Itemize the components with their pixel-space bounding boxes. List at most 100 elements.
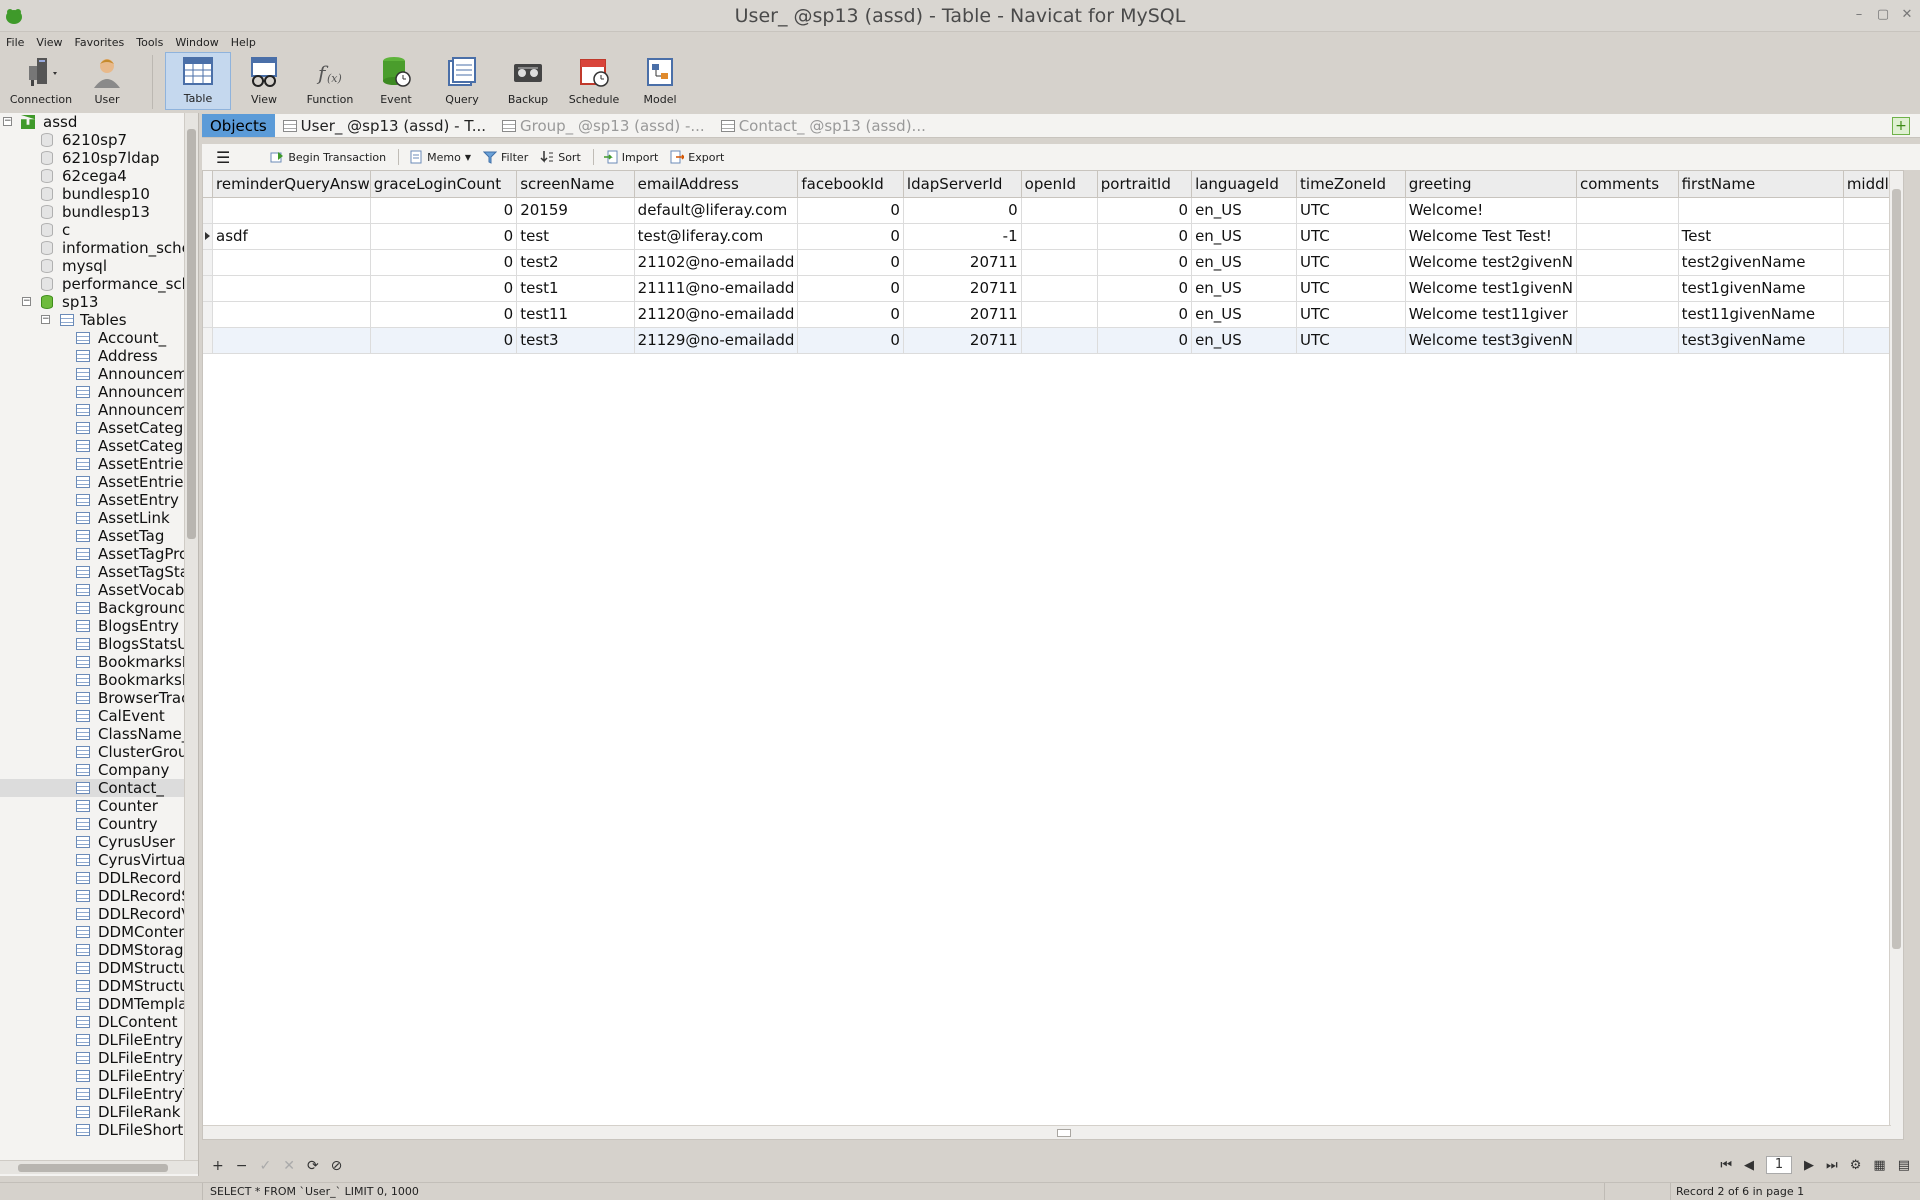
tree-db[interactable]: 6210sp7ldap <box>0 149 184 167</box>
tree-table-item[interactable]: Announcem <box>0 383 188 401</box>
table-cell[interactable]: en_US <box>1191 197 1298 224</box>
collapse-icon[interactable]: − <box>41 315 50 324</box>
tab-group-table[interactable]: Group_ @sp13 (assd) -... <box>494 114 713 137</box>
table-cell[interactable]: test <box>516 223 635 250</box>
tree-table-item[interactable]: BlogsStatsUs <box>0 635 196 653</box>
query-button[interactable]: Query <box>429 52 495 110</box>
tree-table-item[interactable]: AssetTagSta <box>0 563 189 581</box>
tab-objects[interactable]: Objects <box>202 114 275 137</box>
table-cell[interactable]: 0 <box>797 223 904 250</box>
table-cell[interactable]: en_US <box>1191 327 1298 354</box>
table-cell[interactable] <box>1576 327 1679 354</box>
tree-table-item[interactable]: AssetVocabu <box>0 581 194 599</box>
table-row[interactable]: 0 test3 21129@no-emailadd 0 20711 0 en_US UTC We… <box>203 327 1903 354</box>
stop-icon[interactable]: ⊘ <box>331 1158 343 1174</box>
tree-table-item[interactable]: DDMStructu <box>0 977 189 995</box>
table-cell[interactable]: Welcome test2givenN <box>1405 249 1577 276</box>
tree-table-item[interactable]: Announcem <box>0 365 188 383</box>
sort-button[interactable]: Sort <box>540 150 581 164</box>
tree-db[interactable]: bundlesp10 <box>0 185 184 203</box>
column-header[interactable]: greeting <box>1405 171 1577 198</box>
tree-table-item[interactable]: BookmarksF <box>0 671 190 689</box>
menu-tools[interactable]: Tools <box>136 36 163 49</box>
table-cell[interactable]: test1givenName <box>1678 275 1844 302</box>
form-view-icon[interactable]: ▤ <box>1898 1158 1910 1173</box>
tree-db[interactable]: information_sche <box>0 239 191 257</box>
tree-db[interactable]: bundlesp13 <box>0 203 184 221</box>
tree-db[interactable]: 6210sp7 <box>0 131 184 149</box>
column-header[interactable]: timeZoneId <box>1296 171 1406 198</box>
tree-table-item[interactable]: Contact_ <box>0 779 184 797</box>
page-number-input[interactable]: 1 <box>1766 1156 1793 1174</box>
first-page-icon[interactable]: ⏮ <box>1720 1158 1732 1173</box>
table-cell[interactable]: test3 <box>516 327 635 354</box>
previous-page-icon[interactable]: ◀ <box>1744 1158 1754 1173</box>
table-cell[interactable] <box>1576 301 1679 328</box>
column-header[interactable]: screenName <box>516 171 635 198</box>
close-icon[interactable]: ✕ <box>1900 8 1914 22</box>
row-indicator[interactable] <box>203 301 213 328</box>
backup-button[interactable]: Backup <box>495 52 561 110</box>
table-cell[interactable]: 0 <box>1097 249 1193 276</box>
table-cell[interactable]: -1 <box>903 223 1022 250</box>
table-cell[interactable]: 20711 <box>903 275 1022 302</box>
table-cell[interactable]: 20159 <box>516 197 635 224</box>
table-cell[interactable]: 0 <box>1097 197 1193 224</box>
tree-table-item[interactable]: DDLRecordV <box>0 905 192 923</box>
table-cell[interactable]: 21120@no-emailadd <box>634 301 799 328</box>
tree-db[interactable]: performance_sch <box>0 275 191 293</box>
column-header[interactable]: comments <box>1576 171 1679 198</box>
model-button[interactable]: Model <box>627 52 693 110</box>
table-cell[interactable]: 0 <box>797 249 904 276</box>
user-button[interactable]: User <box>74 52 140 110</box>
table-cell[interactable] <box>1576 197 1679 224</box>
column-header[interactable]: openId <box>1021 171 1098 198</box>
table-cell[interactable] <box>1021 223 1098 250</box>
grid-view-icon[interactable]: ▦ <box>1873 1158 1885 1173</box>
menu-file[interactable]: File <box>6 36 24 49</box>
tree-table-item[interactable]: DLContent <box>0 1013 184 1031</box>
table-cell[interactable]: UTC <box>1296 301 1406 328</box>
table-cell[interactable]: Welcome! <box>1405 197 1577 224</box>
new-tab-icon[interactable]: + <box>1892 117 1910 135</box>
table-cell[interactable]: test2givenName <box>1678 249 1844 276</box>
tree-table-item[interactable]: BookmarksE <box>0 653 191 671</box>
table-row[interactable]: 0 test11 21120@no-emailadd 0 20711 0 en_US UTC W… <box>203 301 1903 328</box>
table-cell[interactable]: test3givenName <box>1678 327 1844 354</box>
tree-table-item[interactable]: BrowserTrac <box>0 689 189 707</box>
table-cell[interactable]: 0 <box>797 197 904 224</box>
table-cell[interactable]: UTC <box>1296 327 1406 354</box>
tree-db[interactable]: mysql <box>0 257 184 275</box>
row-indicator[interactable] <box>203 249 213 276</box>
tree-connection[interactable]: − assd <box>0 113 184 131</box>
tree-table-item[interactable]: ClassName_ <box>0 725 189 743</box>
table-cell[interactable] <box>1576 223 1679 250</box>
tab-contact-table[interactable]: Contact_ @sp13 (assd)... <box>713 114 934 137</box>
tree-table-item[interactable]: DLFileEntry <box>0 1031 184 1049</box>
refresh-icon[interactable]: ⟳ <box>307 1158 319 1174</box>
scroll-thumb[interactable] <box>187 129 196 539</box>
table-cell[interactable] <box>1021 275 1098 302</box>
tree-tables-folder[interactable]: − Tables <box>0 311 184 329</box>
tree-table-item[interactable]: DDMConten <box>0 923 188 941</box>
table-cell[interactable]: Welcome test1givenN <box>1405 275 1577 302</box>
next-page-icon[interactable]: ▶ <box>1804 1158 1814 1173</box>
table-cell[interactable]: 0 <box>370 223 518 250</box>
table-cell[interactable]: 0 <box>370 301 518 328</box>
row-indicator[interactable] <box>203 275 213 302</box>
table-cell[interactable]: en_US <box>1191 275 1298 302</box>
table-cell[interactable]: 0 <box>370 197 518 224</box>
add-record-icon[interactable]: + <box>212 1158 224 1174</box>
export-button[interactable]: Export <box>670 150 724 164</box>
table-cell[interactable] <box>1021 301 1098 328</box>
table-cell[interactable] <box>1678 197 1844 224</box>
table-row[interactable]: 0 20159 default@liferay.com 0 0 0 en_US UTC Welc… <box>203 197 1903 224</box>
table-cell[interactable]: Welcome Test Test! <box>1405 223 1577 250</box>
table-cell[interactable]: test@liferay.com <box>634 223 799 250</box>
table-cell[interactable]: Test <box>1678 223 1844 250</box>
table-cell[interactable]: test1 <box>516 275 635 302</box>
column-header[interactable]: reminderQueryAnsw <box>212 171 371 198</box>
tree-table-item[interactable]: CalEvent <box>0 707 184 725</box>
table-cell[interactable]: 0 <box>370 275 518 302</box>
delete-record-icon[interactable]: − <box>236 1158 248 1174</box>
